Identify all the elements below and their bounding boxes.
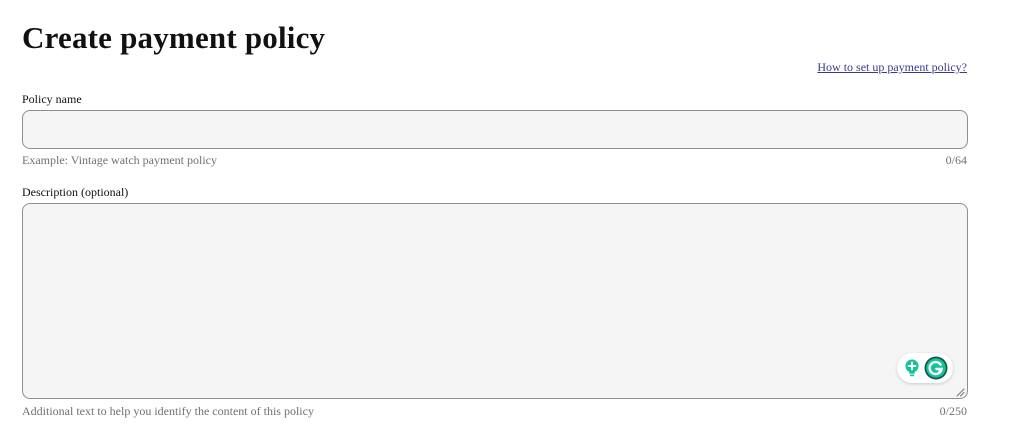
policy-name-input[interactable] xyxy=(22,110,968,149)
lightbulb-icon[interactable] xyxy=(902,358,922,378)
policy-name-char-counter: 0/64 xyxy=(945,153,967,167)
description-label: Description (optional) xyxy=(22,185,129,199)
policy-name-label: Policy name xyxy=(22,92,82,106)
page-title: Create payment policy xyxy=(22,20,326,55)
description-textarea[interactable] xyxy=(22,203,968,399)
description-hint: Additional text to help you identify the… xyxy=(22,404,314,418)
resize-handle-icon[interactable] xyxy=(955,387,965,397)
grammarly-widget xyxy=(897,353,953,383)
create-payment-policy-page: Create payment policy How to set up paym… xyxy=(0,0,1024,428)
description-char-counter: 0/250 xyxy=(939,404,967,418)
grammarly-icon[interactable] xyxy=(924,356,948,380)
policy-name-hint: Example: Vintage watch payment policy xyxy=(22,153,217,167)
help-link[interactable]: How to set up payment policy? xyxy=(817,60,967,75)
